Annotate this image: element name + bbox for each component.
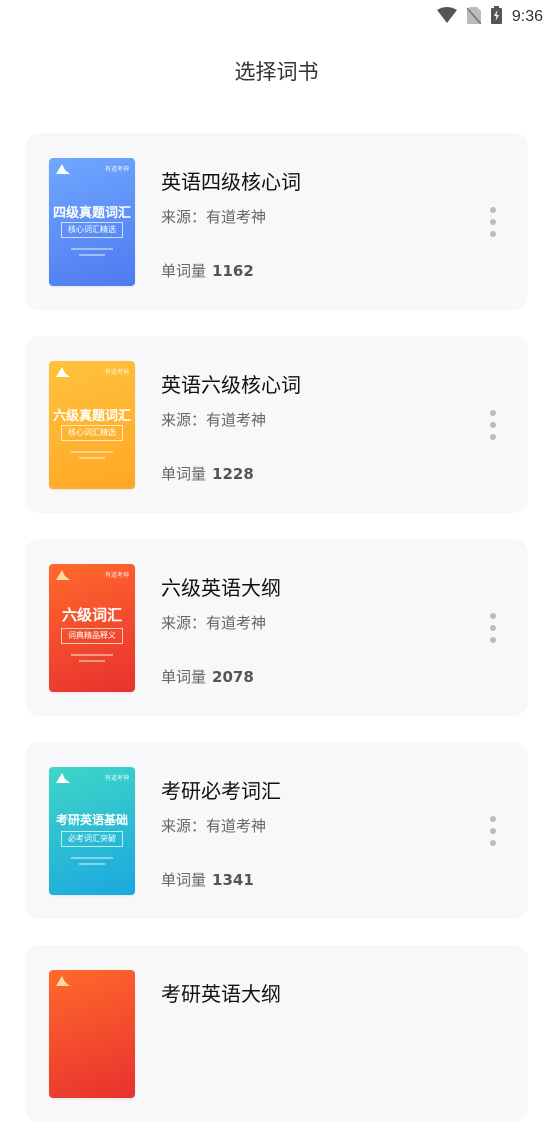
cover-subtitle: 词典精品释义 [61, 628, 123, 644]
word-count-label: 单词量 [161, 668, 207, 686]
cover-decoration [79, 660, 105, 662]
more-options-button[interactable] [486, 207, 500, 237]
more-dots-icon [490, 207, 496, 213]
more-options-button[interactable] [486, 613, 500, 643]
book-cover: 有道考神 四级真题词汇 核心词汇精选 [49, 158, 135, 286]
book-card[interactable]: 有道考神 考研英语基础 必考词汇突破 考研必考词汇 来源：有道考神 单词量 134… [25, 742, 528, 919]
cover-decoration [79, 254, 105, 256]
word-count-label: 单词量 [161, 465, 207, 483]
word-count: 单词量 1228 [161, 463, 254, 484]
word-count-value: 1162 [212, 262, 254, 280]
book-title: 英语六级核心词 [161, 373, 301, 397]
book-card[interactable]: 有道考神 四级真题词汇 核心词汇精选 英语四级核心词 来源：有道考神 单词量 11… [25, 133, 528, 310]
cover-title: 六级词汇 [61, 606, 122, 624]
word-count: 单词量 1341 [161, 869, 254, 890]
book-card[interactable]: 考研英语大纲 [25, 945, 528, 1122]
cover-tag: 有道考神 [104, 166, 129, 173]
cover-decoration [71, 451, 113, 453]
more-dots-icon [490, 816, 496, 822]
cover-decoration [71, 248, 113, 250]
cover-decoration [79, 457, 105, 459]
page-title: 选择词书 [234, 60, 319, 84]
book-card[interactable]: 有道考神 六级真题词汇 核心词汇精选 英语六级核心词 来源：有道考神 单词量 12… [25, 336, 528, 513]
book-title: 考研英语大纲 [161, 982, 281, 1006]
cover-subtitle: 必考词汇突破 [61, 831, 123, 847]
cover-tag: 有道考神 [104, 572, 129, 579]
book-title: 六级英语大纲 [161, 576, 281, 600]
book-cover: 有道考神 考研英语基础 必考词汇突破 [49, 767, 135, 895]
word-count-value: 1341 [212, 871, 254, 889]
cover-tag: 有道考神 [104, 775, 129, 782]
more-dots-icon [490, 410, 496, 416]
cover-tag: 有道考神 [104, 369, 129, 376]
cover-title: 考研英语基础 [55, 813, 128, 827]
book-cover: 有道考神 六级词汇 词典精品释义 [49, 564, 135, 692]
status-bar: 9:36 [0, 0, 553, 30]
cover-subtitle: 核心词汇精选 [61, 222, 123, 238]
word-count: 单词量 1162 [161, 260, 254, 281]
cover-decoration [71, 857, 113, 859]
status-time: 9:36 [511, 8, 543, 25]
book-cover: 有道考神 六级真题词汇 核心词汇精选 [49, 361, 135, 489]
logo-icon [56, 570, 70, 580]
cover-decoration [71, 654, 113, 656]
book-source: 来源：有道考神 [161, 817, 267, 835]
word-count-value: 2078 [212, 668, 254, 686]
more-dots-icon [490, 613, 496, 619]
no-sim-icon [466, 6, 482, 28]
cover-decoration [79, 863, 105, 865]
word-count-label: 单词量 [161, 871, 207, 889]
book-source: 来源：有道考神 [161, 614, 267, 632]
book-title: 英语四级核心词 [161, 170, 301, 194]
book-title: 考研必考词汇 [161, 779, 281, 803]
logo-icon [56, 367, 70, 377]
word-count-value: 1228 [212, 465, 254, 483]
book-source: 来源：有道考神 [161, 411, 267, 429]
book-source: 来源：有道考神 [161, 208, 267, 226]
word-count-label: 单词量 [161, 262, 207, 280]
word-count: 单词量 2078 [161, 666, 254, 687]
logo-icon [56, 164, 70, 174]
more-options-button[interactable] [486, 410, 500, 440]
cover-title: 六级真题词汇 [52, 409, 131, 424]
logo-icon [56, 976, 70, 986]
more-options-button[interactable] [486, 816, 500, 846]
book-list: 有道考神 四级真题词汇 核心词汇精选 英语四级核心词 来源：有道考神 单词量 11… [25, 133, 528, 1148]
book-card[interactable]: 有道考神 六级词汇 词典精品释义 六级英语大纲 来源：有道考神 单词量 2078 [25, 539, 528, 716]
cover-title: 四级真题词汇 [52, 206, 131, 221]
wifi-icon [436, 7, 457, 27]
logo-icon [56, 773, 70, 783]
cover-subtitle: 核心词汇精选 [61, 425, 123, 441]
book-cover [49, 970, 135, 1098]
battery-charging-icon [490, 6, 502, 28]
